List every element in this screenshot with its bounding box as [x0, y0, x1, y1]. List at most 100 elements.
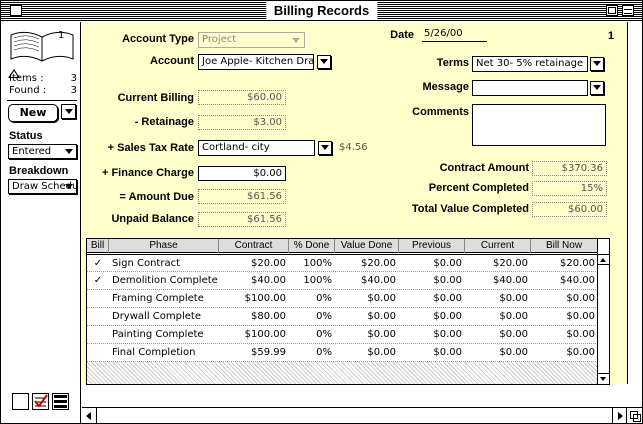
window-horizontal-scrollbar[interactable]	[82, 407, 627, 423]
sales-tax-select[interactable]: Cortland- city	[198, 140, 315, 156]
cell-contract[interactable]: $100.00	[219, 326, 289, 344]
col-bill-now: Bill Now	[531, 239, 598, 253]
new-menu-button[interactable]	[61, 104, 76, 119]
cell-phase[interactable]: Framing Complete	[109, 290, 219, 308]
cell-bill-now: $20.00	[560, 258, 595, 269]
status-select[interactable]: Entered	[8, 144, 77, 159]
scroll-right-icon[interactable]	[612, 408, 627, 423]
list-view-icon[interactable]	[52, 393, 69, 410]
account-select[interactable]: Joe Apple- Kitchen Draw	[198, 54, 314, 70]
collapse-box[interactable]	[622, 5, 634, 16]
cell-phase[interactable]: Final Completion	[109, 344, 219, 362]
message-label: Message	[422, 81, 469, 93]
account-dropdown-button[interactable]	[317, 55, 331, 69]
table-row[interactable]: Painting Complete $100.00 0% $0.00 $0.00 $0.0…	[87, 326, 598, 344]
book-icon[interactable]	[9, 27, 75, 65]
account-type-label: Account Type	[122, 33, 194, 45]
zoom-box[interactable]	[606, 5, 618, 16]
cell-phase[interactable]: Sign Contract	[109, 255, 219, 273]
breakdown-label: Breakdown	[9, 165, 69, 177]
finance-charge-field[interactable]: $0.00	[198, 166, 286, 181]
comments-field[interactable]	[472, 104, 606, 146]
cell-contract[interactable]: $100.00	[219, 290, 289, 308]
current-billing-label: Current Billing	[117, 92, 194, 104]
breakdown-select[interactable]: Draw Schedule	[8, 179, 77, 194]
cell-bill-now: $0.00	[566, 329, 595, 340]
form-area: Account Type Project Account Joe Apple- …	[82, 22, 642, 385]
blank-view-icon[interactable]	[12, 393, 29, 410]
col-current: Current	[465, 239, 531, 253]
cell-current: $0.00	[499, 293, 528, 304]
items-label: Items :	[9, 73, 44, 84]
message-select[interactable]	[472, 80, 588, 96]
items-stat: Items : 3	[9, 73, 77, 84]
cell-bill[interactable]	[87, 326, 109, 344]
cell-contract[interactable]: $59.99	[219, 344, 289, 362]
terms-label: Terms	[436, 57, 469, 69]
new-button[interactable]: New	[8, 104, 58, 122]
cell-percent-done[interactable]: 0%	[289, 308, 335, 326]
cell-value-done: $0.00	[367, 311, 396, 322]
cell-phase[interactable]: Drywall Complete	[109, 308, 219, 326]
form-view-icon[interactable]	[32, 393, 49, 410]
account-label: Account	[150, 55, 194, 67]
resize-handle-icon[interactable]	[626, 407, 642, 423]
cell-bill[interactable]	[87, 344, 109, 362]
status-label: Status	[9, 130, 43, 142]
cell-percent-done[interactable]: 0%	[289, 326, 335, 344]
message-dropdown-button[interactable]	[590, 81, 604, 95]
table-row[interactable]: ✓ Sign Contract $20.00 100% $20.00 $0.00 $20.0…	[87, 254, 598, 272]
cell-current: $0.00	[499, 347, 528, 358]
status-area: 1 Items : 3 Found : 3 New Status Entered…	[1, 22, 81, 423]
scroll-up-icon[interactable]	[598, 254, 609, 265]
close-box[interactable]	[10, 5, 22, 16]
scroll-left-icon[interactable]	[82, 408, 97, 423]
scroll-down-icon[interactable]	[598, 373, 609, 384]
cell-value-done: $0.00	[367, 293, 396, 304]
percent-completed-label: Percent Completed	[428, 182, 529, 194]
table-row[interactable]: Drywall Complete $80.00 0% $0.00 $0.00 $0.00 $…	[87, 308, 598, 326]
title-bar[interactable]: Billing Records	[1, 1, 642, 21]
cell-contract[interactable]: $80.00	[219, 308, 289, 326]
cell-phase[interactable]: Painting Complete	[109, 326, 219, 344]
table-row[interactable]: Framing Complete $100.00 0% $0.00 $0.00 $0.00…	[87, 290, 598, 308]
terms-dropdown-button[interactable]	[590, 57, 604, 71]
window-vertical-scrollbar[interactable]	[627, 22, 642, 384]
sales-tax-dropdown-button[interactable]	[318, 141, 332, 155]
table-row[interactable]: Final Completion $59.99 0% $0.00 $0.00 $0.00 $…	[87, 344, 598, 362]
cell-contract[interactable]: $40.00	[219, 272, 289, 290]
date-field[interactable]: 5/26/00	[422, 28, 487, 42]
cell-percent-done[interactable]: 100%	[289, 255, 335, 273]
comments-label: Comments	[412, 106, 469, 118]
current-billing-value: $60.00	[198, 90, 286, 105]
cell-phase[interactable]: Demolition Complete	[109, 272, 219, 290]
cell-percent-done[interactable]: 0%	[289, 344, 335, 362]
amount-due-label: = Amount Due	[119, 191, 194, 203]
cell-bill-now: $0.00	[566, 293, 595, 304]
terms-select[interactable]: Net 30- 5% retainage	[472, 56, 588, 72]
cell-current: $40.00	[493, 275, 528, 286]
account-type-select[interactable]: Project	[198, 32, 305, 48]
cell-contract[interactable]: $20.00	[219, 255, 289, 273]
phase-table: Bill Phase Contract % Done Value Done Pr…	[86, 238, 610, 385]
table-scrollbar[interactable]	[597, 239, 609, 384]
amount-due-value: $61.56	[198, 189, 286, 204]
cell-bill[interactable]: ✓	[87, 272, 109, 290]
record-number: 1	[607, 30, 614, 42]
table-row[interactable]: ✓ Demolition Complete $40.00 100% $40.00 $0.0…	[87, 272, 598, 290]
finance-charge-label: + Finance Charge	[101, 167, 194, 179]
contract-amount-label: Contract Amount	[439, 162, 529, 174]
cell-percent-done[interactable]: 100%	[289, 272, 335, 290]
found-count: 3	[70, 85, 77, 96]
unpaid-balance-value: $61.56	[198, 212, 286, 227]
view-mode-icons	[12, 393, 78, 411]
contract-amount-value: $370.36	[532, 161, 607, 176]
found-stat: Found : 3	[9, 85, 77, 96]
table-header: Bill Phase Contract % Done Value Done Pr…	[87, 239, 598, 253]
cell-percent-done[interactable]: 0%	[289, 290, 335, 308]
cell-bill[interactable]: ✓	[87, 255, 109, 273]
cell-value-done: $20.00	[361, 258, 396, 269]
cell-bill-now: $0.00	[566, 311, 595, 322]
cell-bill[interactable]	[87, 308, 109, 326]
cell-bill[interactable]	[87, 290, 109, 308]
